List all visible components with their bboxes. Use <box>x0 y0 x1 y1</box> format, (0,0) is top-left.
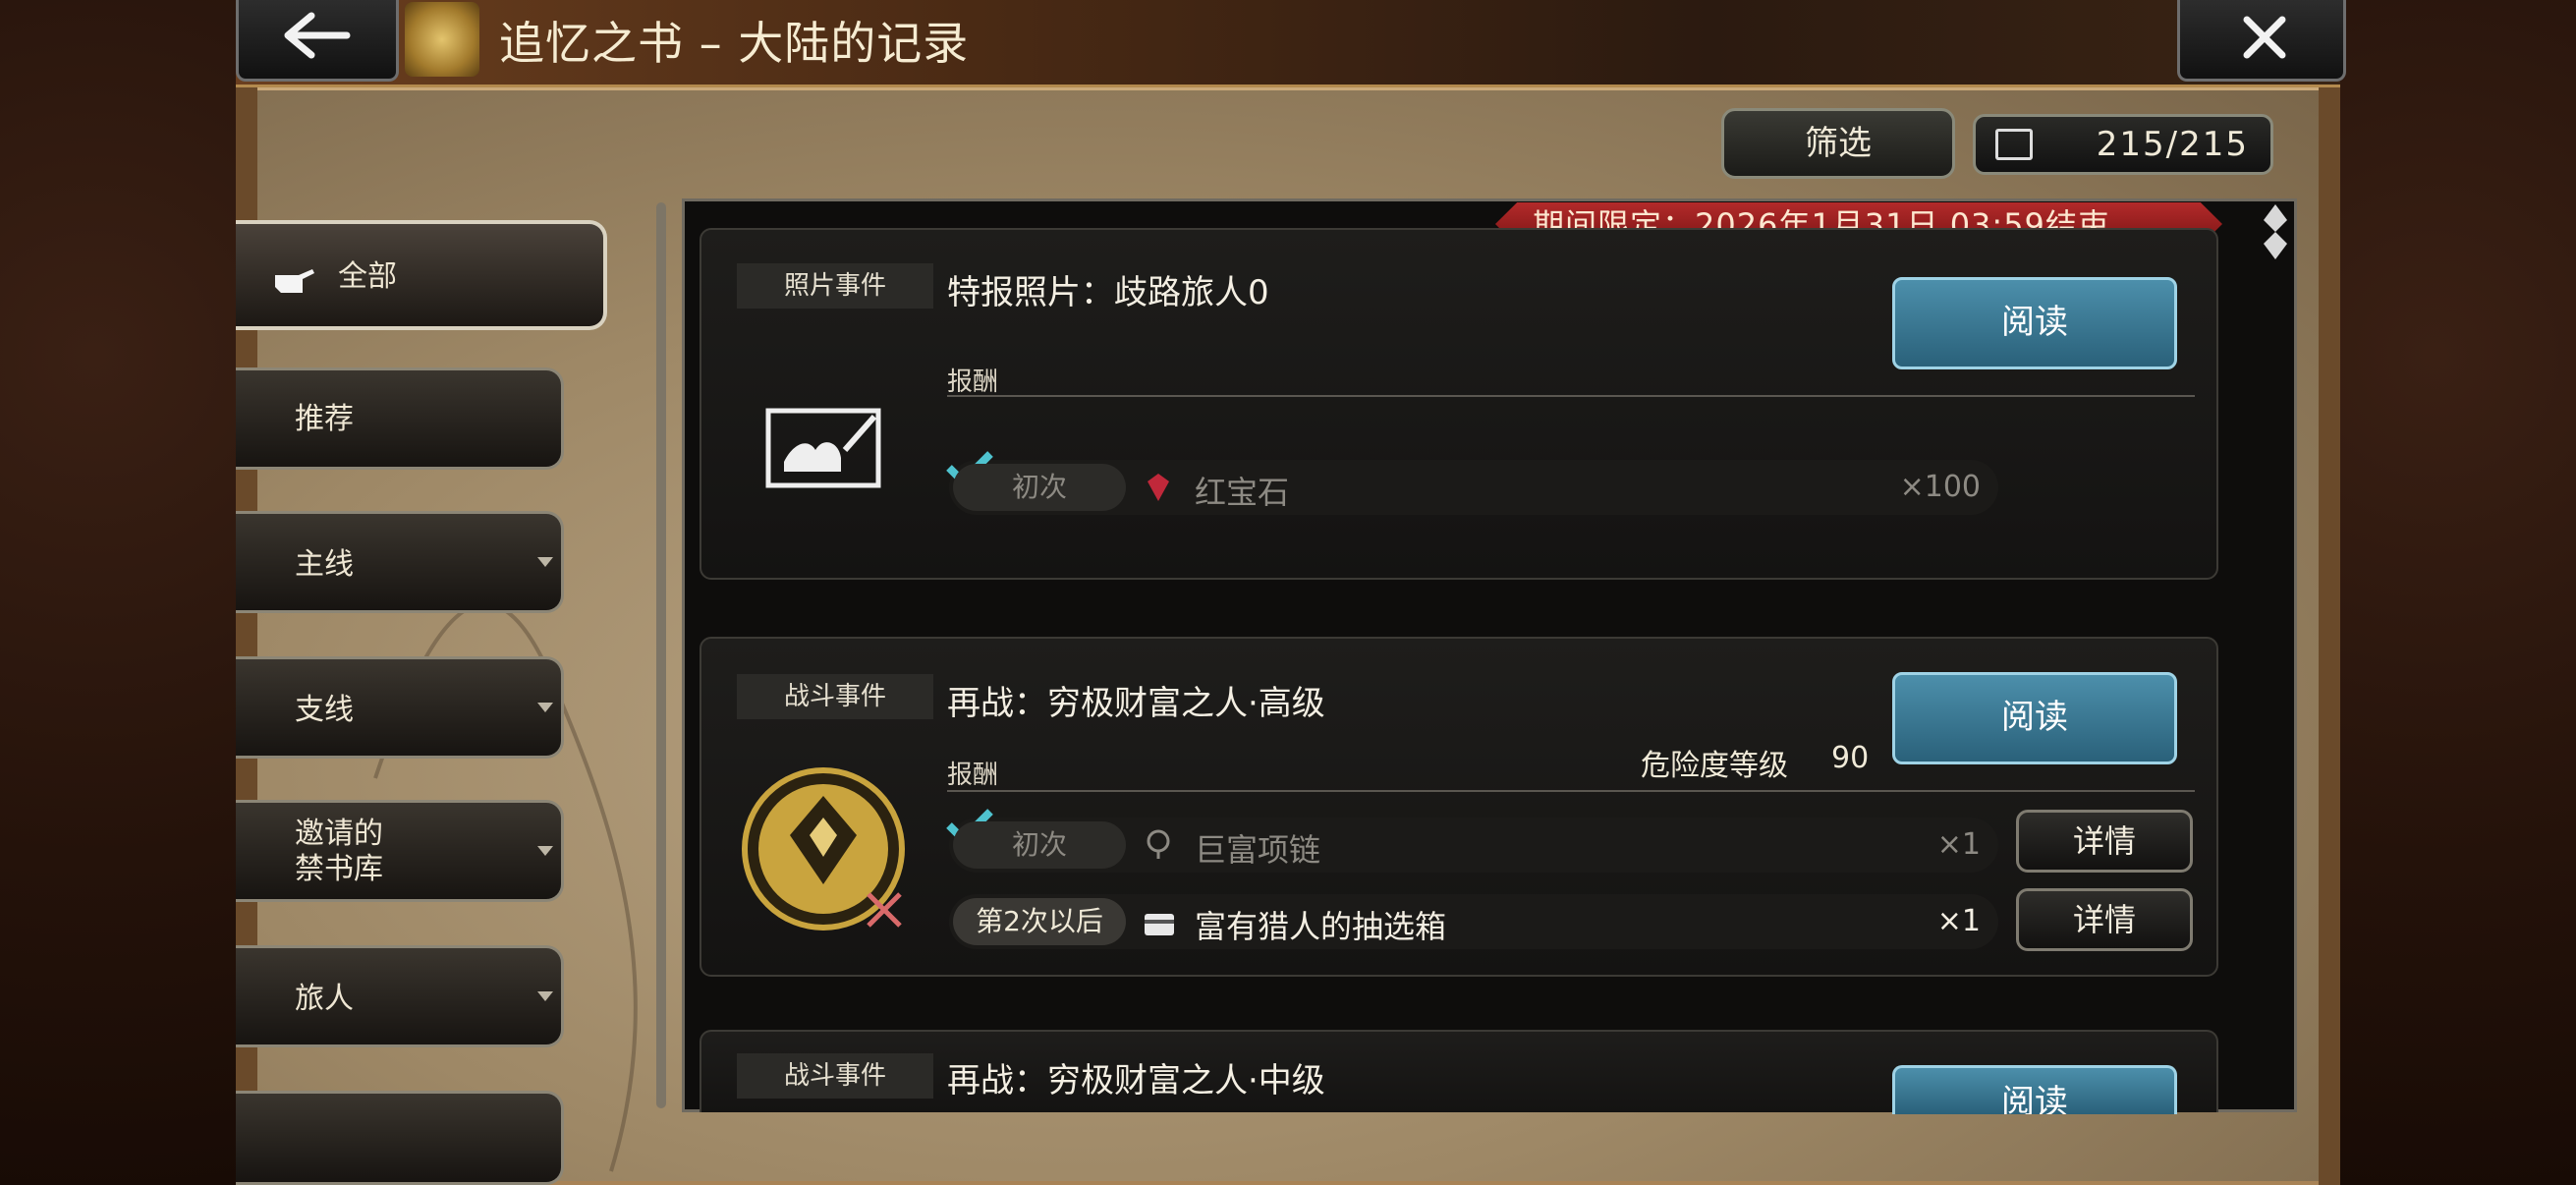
tab-side-story-label: 支线 <box>295 693 354 727</box>
reward-row: 初次 红宝石 ×100 <box>946 451 1998 515</box>
reward-quantity: ×1 <box>1936 904 1981 938</box>
event-title: 特报照片：歧路旅人0 <box>947 273 1269 312</box>
reward-condition: 初次 <box>953 464 1126 511</box>
leather-background-right <box>2340 0 2576 1185</box>
chevron-down-icon <box>537 991 553 1001</box>
back-button[interactable] <box>236 0 399 82</box>
close-button[interactable] <box>2177 0 2346 82</box>
reward-quantity: ×1 <box>1936 827 1981 862</box>
chevron-down-icon <box>537 846 553 856</box>
tab-invited-library-label: 邀请的 禁书库 <box>295 817 383 886</box>
event-type-label: 战斗事件 <box>737 674 933 719</box>
read-button[interactable]: 阅读 <box>1892 1065 2177 1114</box>
tab-recommended-label: 推荐 <box>295 402 354 436</box>
necklace-icon <box>1147 829 1170 859</box>
reward-name: 红宝石 <box>1195 474 1290 511</box>
collection-count: 215/215 <box>1973 114 2273 175</box>
tab-recommended[interactable]: 推荐 <box>236 367 564 470</box>
list-scroll-handle[interactable] <box>2262 202 2289 261</box>
tab-main-story[interactable]: 主线 <box>236 511 564 613</box>
boss-emblem-icon <box>742 767 905 931</box>
pointing-hand-icon <box>275 269 314 293</box>
detail-button[interactable]: 详情 <box>2016 810 2193 873</box>
detail-button[interactable]: 详情 <box>2016 888 2193 951</box>
leather-background-left <box>0 0 236 1185</box>
event-type-label: 照片事件 <box>737 263 933 309</box>
ruby-icon <box>1148 474 1169 501</box>
reward-condition: 初次 <box>953 821 1126 869</box>
filter-button[interactable]: 筛选 <box>1721 108 1955 179</box>
event-card: 战斗事件 再战：穷极财富之人·中级 阅读 <box>700 1030 2218 1114</box>
reward-row: 初次 巨富项链 ×1 <box>946 809 1998 873</box>
tab-traveler[interactable]: 旅人 <box>236 945 564 1047</box>
reward-row: 第2次以后 富有猎人的抽选箱 ×1 <box>949 894 1998 949</box>
sidebar-scrollbar[interactable] <box>656 202 666 1108</box>
tab-all[interactable]: 全部 <box>236 220 607 330</box>
page-title: 追忆之书 – 大陆的记录 <box>499 17 970 70</box>
divider <box>947 790 2195 792</box>
reward-name: 富有猎人的抽选箱 <box>1195 908 1447 945</box>
danger-level-label: 危险度等级 <box>1641 749 1788 783</box>
event-card: 战斗事件 再战：穷极财富之人·高级 阅读 报酬 危险度等级 90 初次 巨富项链… <box>700 637 2218 977</box>
reward-label: 报酬 <box>947 367 999 397</box>
event-type-label: 战斗事件 <box>737 1053 933 1099</box>
tab-main-story-label: 主线 <box>295 547 354 582</box>
book-count-icon <box>1995 129 2033 160</box>
count-value: 215/215 <box>2096 125 2249 164</box>
reward-label: 报酬 <box>947 761 999 790</box>
close-icon <box>2243 16 2286 59</box>
treasure-box-icon <box>1145 914 1174 935</box>
read-button[interactable]: 阅读 <box>1892 672 2177 764</box>
chevron-down-icon <box>537 703 553 712</box>
tab-side-story[interactable]: 支线 <box>236 656 564 759</box>
memory-book-icon <box>405 2 479 77</box>
back-arrow-icon <box>284 12 351 59</box>
divider <box>947 395 2195 397</box>
reward-name: 巨富项链 <box>1195 831 1321 869</box>
danger-level-value: 90 <box>1831 741 1870 775</box>
event-card: 照片事件 特报照片：歧路旅人0 阅读 报酬 初次 红宝石 ×100 <box>700 228 2218 580</box>
tab-invited-library[interactable]: 邀请的 禁书库 <box>236 800 564 902</box>
chevron-down-icon <box>537 557 553 567</box>
tab-traveler-label: 旅人 <box>295 982 354 1016</box>
reward-quantity: ×100 <box>1899 470 1981 504</box>
read-button[interactable]: 阅读 <box>1892 277 2177 369</box>
event-title: 再战：穷极财富之人·高级 <box>947 684 1325 723</box>
tab-more[interactable] <box>236 1091 564 1185</box>
tab-all-label: 全部 <box>338 259 397 294</box>
reward-condition: 第2次以后 <box>953 898 1126 945</box>
photo-event-icon <box>765 408 881 488</box>
event-title: 再战：穷极财富之人·中级 <box>947 1061 1325 1100</box>
